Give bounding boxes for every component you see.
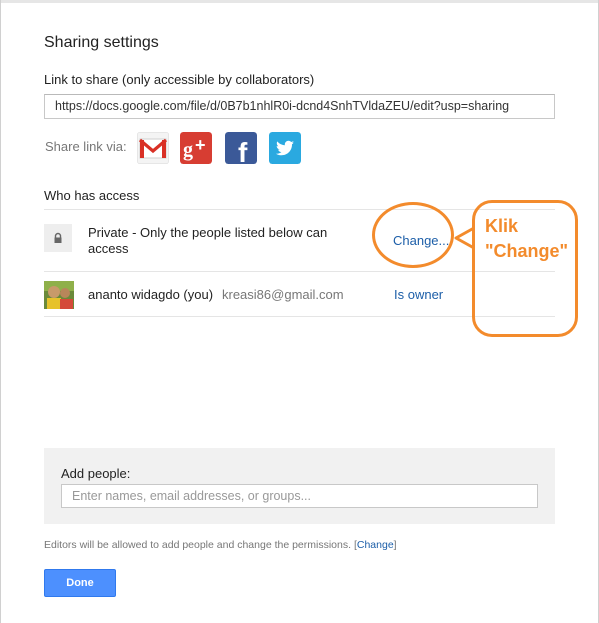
link-label: Link to share (only accessible by collab… (44, 72, 315, 87)
dialog-title: Sharing settings (44, 34, 159, 51)
add-people-label: Add people: (61, 466, 131, 481)
svg-text:f: f (238, 137, 248, 164)
owner-role: Is owner (394, 287, 444, 302)
editors-note-text: Editors will be allowed to add people an… (44, 539, 352, 551)
twitter-icon[interactable] (269, 132, 301, 164)
add-people-input[interactable]: Enter names, email addresses, or groups.… (61, 484, 538, 508)
gmail-icon[interactable] (137, 132, 169, 164)
visibility-description: Private - Only the people listed below c… (88, 225, 328, 256)
done-button[interactable]: Done (44, 569, 116, 597)
page-left-edge (0, 0, 1, 623)
svg-text:g: g (183, 139, 193, 161)
annotation-circle (372, 202, 454, 268)
annotation-text: Klik "Change" (485, 216, 569, 261)
avatar (44, 281, 74, 309)
share-link-field[interactable]: https://docs.google.com/file/d/0B7b1nhlR… (44, 94, 555, 119)
lock-icon (44, 224, 72, 252)
who-has-access-label: Who has access (44, 188, 140, 203)
facebook-icon[interactable]: f (225, 132, 257, 164)
page-top-edge (0, 0, 599, 3)
user-name: ananto widagdo (you) (88, 287, 214, 302)
user-email: kreasi86@gmail.com (222, 287, 344, 302)
bracket-close: ] (393, 539, 397, 551)
editors-note: Editors will be allowed to add people an… (44, 539, 397, 551)
google-plus-icon[interactable]: g + (180, 132, 212, 164)
change-permissions-link[interactable]: Change (357, 539, 394, 551)
share-via-label: Share link via: (45, 139, 127, 154)
svg-text:+: + (195, 135, 206, 155)
